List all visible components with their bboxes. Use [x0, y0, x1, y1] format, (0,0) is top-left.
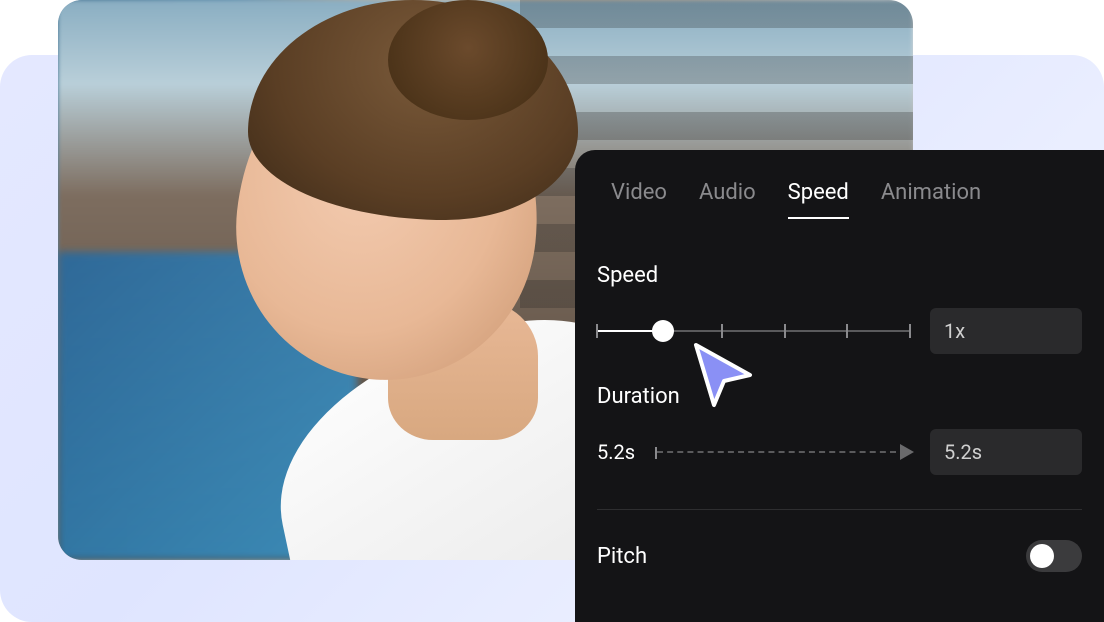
speed-value-input[interactable]: 1x: [930, 308, 1082, 354]
duration-current: 5.2s: [597, 440, 641, 464]
speed-section: Speed 1x: [575, 233, 1104, 354]
speed-slider-thumb[interactable]: [652, 320, 674, 342]
pitch-toggle[interactable]: [1026, 540, 1082, 572]
tab-video[interactable]: Video: [611, 180, 667, 219]
speed-label: Speed: [597, 263, 1082, 288]
tab-animation[interactable]: Animation: [881, 180, 981, 219]
duration-section: Duration 5.2s 5.2s: [575, 354, 1104, 475]
duration-label: Duration: [597, 384, 1082, 409]
speed-slider[interactable]: [597, 321, 910, 341]
tab-speed[interactable]: Speed: [788, 180, 849, 219]
properties-panel: Video Audio Speed Animation Speed 1x Dur…: [575, 150, 1104, 622]
pitch-label: Pitch: [597, 544, 647, 569]
duration-arrow-icon: [657, 442, 914, 462]
tab-audio[interactable]: Audio: [699, 180, 756, 219]
pitch-section: Pitch: [575, 510, 1104, 572]
panel-tabs: Video Audio Speed Animation: [575, 180, 1104, 233]
duration-value-input[interactable]: 5.2s: [930, 429, 1082, 475]
